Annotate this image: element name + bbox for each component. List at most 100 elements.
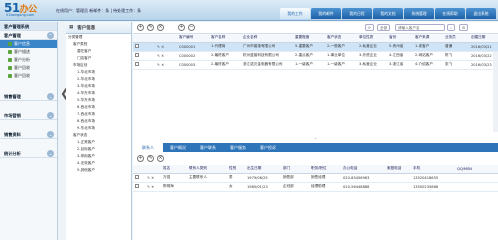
tree-node[interactable]: 8-西北市场 (66, 118, 131, 125)
row-checkbox[interactable] (133, 42, 155, 52)
column-header[interactable]: 企业名称 (241, 34, 293, 43)
column-header[interactable]: 手机 (411, 165, 455, 174)
tree-node[interactable]: 客户类别 (66, 41, 131, 48)
chevron-up-icon[interactable]: ⌃ (47, 32, 54, 39)
menu-group-statistics[interactable]: 统计分析 ⌄ (0, 149, 57, 158)
tree-node[interactable]: 3-华北市场 (66, 83, 131, 90)
delete-icon[interactable]: ✕ (161, 63, 164, 67)
delete-icon[interactable]: × (157, 154, 164, 162)
tree-node[interactable]: 2-目标客户 (66, 146, 131, 153)
tree-node[interactable]: 市场区划 (66, 62, 131, 69)
table-scrollbar[interactable] (493, 52, 498, 132)
search-input[interactable]: 请输入客户名 (395, 24, 445, 31)
column-header[interactable]: 客户状态 (325, 34, 357, 43)
tree-node[interactable]: 7-西北市场 (66, 111, 131, 118)
select-all-header[interactable] (133, 34, 155, 43)
nav-tab-my-work[interactable]: 我的工作 (280, 8, 310, 19)
menu-group-customer[interactable]: 客户管理 ⌃ (0, 31, 57, 40)
delete-icon[interactable]: ✕ (161, 45, 164, 49)
settings-icon[interactable]: ⚙ (459, 24, 469, 31)
menu-group-marketing[interactable]: 市场营销 ⌄ (0, 111, 57, 120)
chevron-down-icon[interactable]: ⌄ (47, 93, 54, 100)
tree-node[interactable]: 9-东北市场 (66, 125, 131, 132)
row-actions[interactable]: ✎ ✕ (145, 182, 161, 192)
menu-item-customer-desc[interactable]: 客户描述 (0, 48, 57, 56)
column-header[interactable]: 重要程度 (293, 34, 325, 43)
delete-icon[interactable]: ✕ (161, 54, 164, 58)
tree-node[interactable]: 2-华北市场 (66, 76, 131, 83)
edit-icon[interactable]: ✎ (147, 154, 154, 162)
splitter-handle[interactable]: ⌃ (133, 138, 498, 142)
nav-tab-help[interactable]: 在线帮助 (435, 8, 465, 19)
column-header[interactable]: 办公电话 (341, 165, 385, 174)
column-header[interactable]: 性别 (227, 165, 245, 174)
column-header[interactable]: 家庭电话 (385, 165, 411, 174)
refresh-icon[interactable]: ⟳ (365, 24, 375, 31)
row-actions[interactable]: ✎ ✕ (155, 42, 177, 52)
column-header[interactable]: 创建日期 (469, 34, 498, 43)
column-header[interactable]: 部门 (281, 165, 309, 174)
add-icon[interactable]: + (137, 154, 144, 162)
edit-icon[interactable]: ✎ (147, 176, 150, 180)
tree-node[interactable]: 3-停用客户 (66, 153, 131, 160)
tab-overview[interactable]: 客户概况 (163, 143, 193, 152)
select-all-header[interactable] (133, 165, 145, 174)
row-checkbox[interactable] (133, 173, 145, 183)
minus-circle-icon[interactable]: − (188, 24, 195, 31)
column-header[interactable]: 姓名 (161, 165, 187, 174)
plus-circle-icon[interactable]: + (178, 24, 185, 31)
edit-icon[interactable]: ✎ (147, 185, 150, 189)
delete-icon[interactable]: ✕ (151, 176, 154, 180)
edit-icon[interactable]: ✎ (157, 63, 160, 67)
tree-node[interactable]: 客户状态 (66, 132, 131, 139)
column-header[interactable]: 客户编号 (177, 34, 209, 43)
column-header[interactable]: QQ/MSN (455, 165, 498, 174)
tree-node[interactable]: 4-无效客户 (66, 160, 131, 167)
edit-icon[interactable]: ✎ (157, 54, 160, 58)
column-header[interactable]: 联系人类别 (187, 165, 227, 174)
search-icon[interactable]: ⌕ (447, 24, 456, 31)
tree-node[interactable]: 1-华北市场 (66, 69, 131, 76)
contact-row[interactable]: ✎ ✕ 陈明海女 1985/01/23 企划部 经理助理 020-56448888 1350… (133, 182, 498, 192)
chevron-down-icon[interactable]: ⌄ (47, 112, 54, 119)
column-header[interactable]: 客户来源 (413, 34, 443, 43)
menu-group-sales[interactable]: 销售管理 ⌄ (0, 92, 57, 101)
table-row[interactable]: ✎ ✕ C000001 1-代理商 广州市普惠有限公司 5-重要客户 2-一般客户 2-私营… (133, 42, 498, 52)
nav-tab-system[interactable]: 系统管理 (404, 8, 434, 19)
contact-row[interactable]: ✎ ✕ 万强 主要联系人男 1979/06/25 销售部 销售经理 020-85456963… (133, 173, 498, 183)
column-header[interactable]: 省份 (387, 34, 413, 43)
tab-contacts[interactable]: 联系人 (133, 143, 163, 152)
edit-icon[interactable]: ✎ (147, 24, 154, 31)
nav-tab-schedule[interactable]: 我的日程 (342, 8, 372, 19)
menu-item-customer-analysis[interactable]: 客户分析 (0, 56, 57, 64)
row-checkbox[interactable] (133, 51, 155, 61)
menu-item-customer-recycle[interactable]: 客户回收 (0, 64, 57, 72)
delete-icon[interactable]: ✕ (151, 185, 154, 189)
row-checkbox[interactable] (133, 182, 145, 192)
tree-node[interactable]: 5-其他客户 (66, 167, 131, 174)
edit-icon[interactable]: ✎ (157, 45, 160, 49)
menu-item-customer-info[interactable]: 客户信息 (0, 40, 57, 48)
tree-node[interactable]: 门店客户 (66, 55, 131, 62)
menu-group-sales-docs[interactable]: 销售资料 ⌄ (0, 130, 57, 139)
row-actions[interactable]: ✎ ✕ (155, 51, 177, 61)
tree-node[interactable]: 5-华东市场 (66, 97, 131, 104)
delete-icon[interactable]: × (157, 24, 164, 31)
column-header[interactable]: 职务/职位 (309, 165, 341, 174)
row-actions[interactable]: ✎ ✕ (155, 60, 177, 70)
row-actions[interactable]: ✎ ✕ (145, 173, 161, 183)
chevron-down-icon[interactable]: ⌄ (47, 131, 54, 138)
tree-node[interactable]: 分类管理 (66, 34, 131, 41)
column-header[interactable]: 出生日期 (245, 165, 281, 174)
tree-node[interactable]: 潜在客户 (66, 48, 131, 55)
filter-select[interactable]: 全部 (377, 24, 391, 31)
column-header[interactable]: 业务员 (443, 34, 469, 43)
tree-node[interactable]: 4-华东市场 (66, 90, 131, 97)
row-checkbox[interactable] (133, 60, 155, 70)
column-header[interactable]: 单位性质 (357, 34, 387, 43)
menu-item-customer-recycle-2[interactable]: 客户回收 (0, 72, 57, 80)
nav-tab-logout[interactable]: 退出系统 (466, 8, 496, 19)
column-header[interactable]: 客户名称 (209, 34, 241, 43)
tab-contact-log[interactable]: 客户联系 (193, 143, 223, 152)
table-row[interactable]: ✎ ✕ C000003 2-最终客户 浙江诺贝金电器有限公司 1-一级客户 1-一级客户 3… (133, 60, 498, 70)
